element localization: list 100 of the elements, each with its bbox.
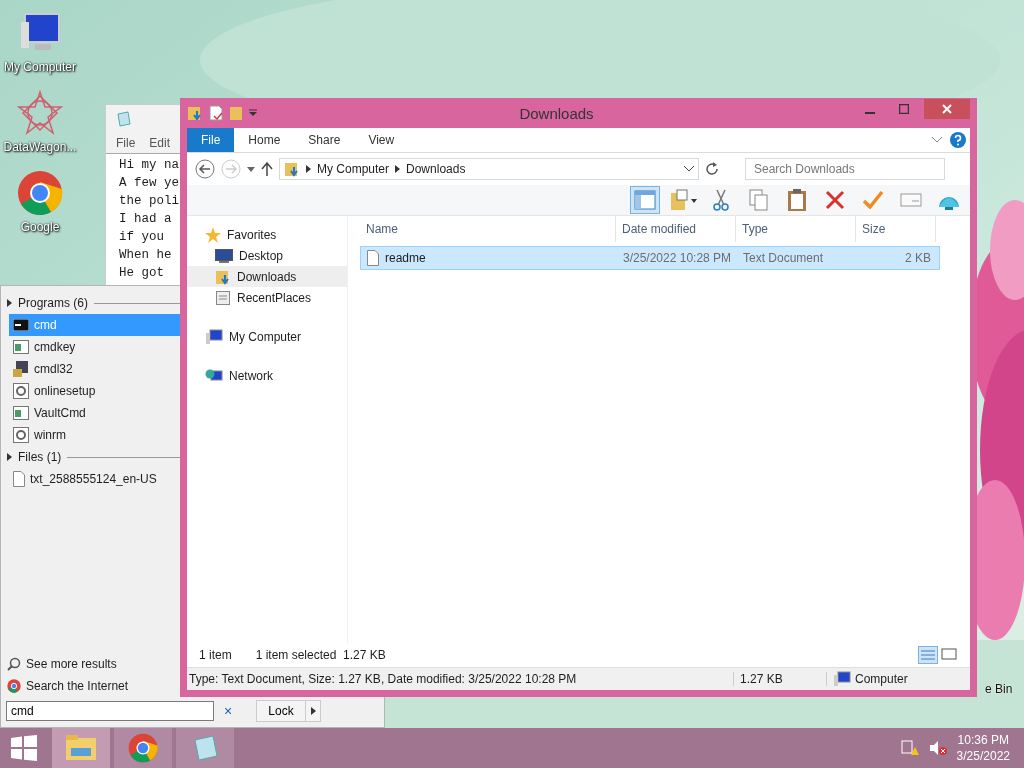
search-result[interactable]: cmdkey	[9, 336, 183, 358]
clock[interactable]: 10:36 PM 3/25/2022	[956, 732, 1010, 764]
search-field[interactable]: Search Downloads	[745, 158, 945, 180]
document-icon	[367, 250, 379, 266]
nav-item[interactable]: Downloads	[187, 266, 347, 287]
computer-icon	[205, 328, 223, 345]
expand-icon	[7, 299, 12, 307]
ribbon-tab[interactable]: Share	[294, 128, 355, 152]
refresh-button[interactable]	[705, 162, 719, 176]
column-header[interactable]: Date modified	[616, 216, 736, 242]
caret-icon[interactable]	[249, 109, 257, 117]
item-count: 1 item	[199, 648, 232, 662]
nav-item[interactable]: RecentPlaces	[187, 287, 347, 308]
taskbar-button[interactable]	[176, 728, 234, 768]
folder-icon	[65, 734, 97, 762]
properties-icon[interactable]	[209, 105, 223, 121]
expand-icon	[7, 453, 12, 461]
window-icon	[13, 406, 29, 420]
search-link[interactable]: Search the Internet	[1, 675, 135, 697]
windows-logo-icon	[11, 735, 37, 761]
lock-button[interactable]: Lock	[256, 700, 306, 722]
breadcrumb-arrow-icon	[306, 165, 311, 173]
menu-item[interactable]: Edit	[149, 136, 171, 150]
search-result[interactable]: onlinesetup	[9, 380, 183, 402]
ribbon-tab[interactable]: Home	[234, 128, 295, 152]
star-icon	[205, 226, 221, 243]
search-link[interactable]: See more results	[1, 653, 123, 675]
window-icon	[13, 340, 29, 354]
search-result[interactable]: cmdl32	[9, 358, 183, 380]
text-line: if you	[119, 229, 164, 246]
details-text: Type: Text Document, Size: 1.27 KB, Date modified: 3/25/2022 10:28 PM	[187, 672, 734, 686]
nav-item[interactable]: Desktop	[187, 245, 347, 266]
breadcrumb[interactable]: My Computer	[317, 162, 390, 176]
column-header[interactable]: Name	[360, 216, 616, 242]
network-warning-icon[interactable]	[900, 740, 919, 756]
network-icon	[205, 367, 223, 384]
text-line: the poli	[119, 193, 179, 210]
search-icon	[7, 657, 21, 671]
group-header[interactable]: Files (1)	[18, 450, 62, 464]
recent-places-icon	[215, 289, 231, 306]
size-cell-text: 2 KB	[904, 251, 931, 265]
maximize-icon	[899, 104, 909, 114]
dropdown-icon[interactable]	[684, 166, 694, 172]
type-cell-text: Text Document	[742, 251, 825, 265]
text-line: He got	[119, 265, 164, 282]
help-button[interactable]	[950, 132, 966, 148]
rename-icon	[900, 193, 922, 207]
nav-item[interactable]: Favorites	[187, 224, 347, 245]
desktop-icon	[215, 248, 233, 263]
back-button[interactable]	[195, 159, 215, 179]
minimize-icon	[865, 112, 875, 114]
notepad-icon	[191, 734, 219, 762]
arrow-icon	[310, 707, 316, 715]
search-result[interactable]: winrm	[9, 424, 183, 446]
breadcrumb-arrow-icon	[395, 165, 401, 173]
expand-ribbon-button[interactable]	[932, 137, 942, 143]
gear-icon	[13, 383, 29, 399]
location-label: Computer	[855, 672, 908, 686]
ribbon-tab[interactable]: View	[354, 128, 409, 152]
document-icon	[13, 471, 25, 487]
close-button[interactable]	[924, 99, 970, 119]
nav-item[interactable]: My Computer	[187, 326, 347, 347]
text-line: A few ye	[119, 175, 179, 192]
menu-item[interactable]: File	[116, 136, 136, 150]
details-size: 1.27 KB	[734, 672, 827, 686]
close-icon	[942, 104, 952, 114]
installer-icon	[13, 361, 29, 377]
file-row[interactable]: readme 3/25/2022 10:28 PM Text Document 2 KB	[360, 246, 940, 270]
up-button[interactable]	[261, 162, 273, 176]
search-result[interactable]: txt_2588555124_en-US	[9, 468, 183, 490]
text-line: When he	[119, 247, 172, 264]
star-icon[interactable]	[17, 90, 63, 136]
date-cell-text: 3/25/2022 10:28 PM	[622, 251, 733, 265]
recent-locations-button[interactable]	[247, 166, 255, 172]
download-folder-icon	[215, 268, 231, 285]
download-folder-icon	[284, 161, 300, 177]
power-options-button[interactable]	[305, 700, 321, 722]
preview-pane-button[interactable]	[630, 186, 660, 214]
chrome-icon[interactable]	[17, 170, 63, 216]
desktop-icon-label[interactable]: e Bin	[985, 682, 1013, 696]
console-icon	[13, 319, 29, 331]
chrome-icon	[7, 679, 21, 693]
window-title: Downloads	[518, 104, 595, 122]
taskbar-button[interactable]	[114, 728, 172, 768]
chrome-icon	[128, 733, 158, 763]
text-line: Hi my na	[119, 157, 179, 174]
clear-button[interactable]: ×	[220, 703, 236, 719]
volume-muted-icon[interactable]	[928, 740, 947, 756]
text-line: I had a	[119, 211, 172, 228]
search-result[interactable]: VaultCmd	[9, 402, 183, 424]
column-header[interactable]: Type	[736, 216, 856, 242]
column-header[interactable]: Size	[856, 216, 936, 242]
breadcrumb[interactable]: Downloads	[406, 162, 466, 176]
nav-item[interactable]: Network	[187, 365, 347, 386]
selection-info: 1 item selected 1.27 KB	[255, 648, 386, 662]
notepad-icon	[116, 111, 132, 127]
search-field[interactable]: cmd	[6, 701, 214, 721]
address-bar[interactable]: My Computer Downloads	[279, 158, 699, 180]
ribbon-tab[interactable]: File	[187, 128, 235, 152]
group-header[interactable]: Programs (6)	[18, 296, 88, 310]
